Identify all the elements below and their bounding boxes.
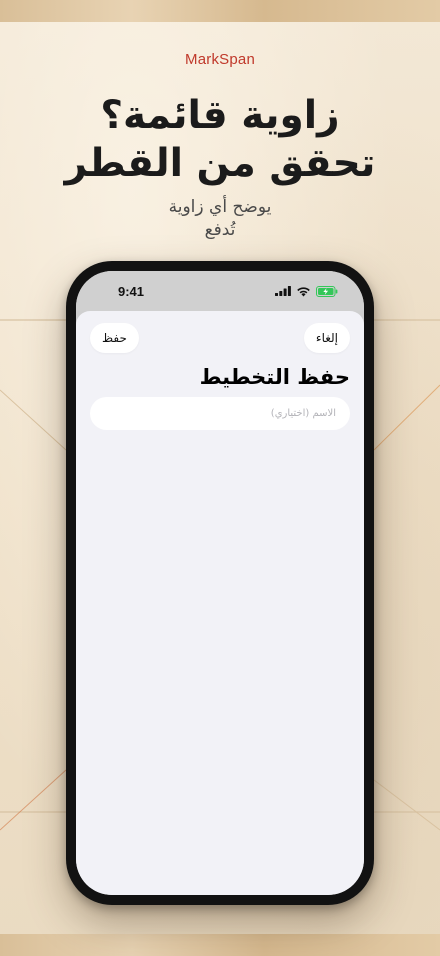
wifi-icon — [297, 286, 310, 296]
headline-line-2: تحقق من القطر — [64, 141, 376, 186]
signal-icon — [275, 286, 291, 296]
phone-frame: 9:41 حفظ إلغاء حفظ التخطيط الاسم (اختيار… — [66, 261, 374, 905]
brand-name: MarkSpan — [185, 51, 255, 68]
save-layout-sheet: حفظ إلغاء حفظ التخطيط — [76, 311, 364, 895]
headline-line-1: زاوية قائمة؟ — [100, 93, 340, 138]
status-time: 9:41 — [118, 284, 145, 299]
subtitle: يوضح أي زاوية تُدفع — [40, 196, 400, 242]
sheet-title: حفظ التخطيط — [199, 365, 350, 389]
status-icons — [275, 285, 338, 297]
save-button[interactable]: حفظ — [90, 323, 139, 353]
name-input[interactable] — [90, 397, 350, 430]
name-field[interactable] — [90, 397, 350, 430]
subtitle-line-2: تُدفع — [204, 220, 236, 240]
cancel-button[interactable]: إلغاء — [303, 323, 350, 353]
status-bar: 9:41 — [76, 271, 364, 311]
wood-edge-bottom — [0, 934, 440, 956]
battery-charging-icon — [316, 285, 338, 297]
wood-edge-top — [0, 0, 440, 22]
subtitle-line-1: يوضح أي زاوية — [168, 197, 272, 217]
phone-screen: 9:41 حفظ إلغاء حفظ التخطيط الاسم (اختيار… — [76, 271, 364, 895]
headline: زاوية قائمة؟ تحقق من القطر — [20, 92, 420, 188]
